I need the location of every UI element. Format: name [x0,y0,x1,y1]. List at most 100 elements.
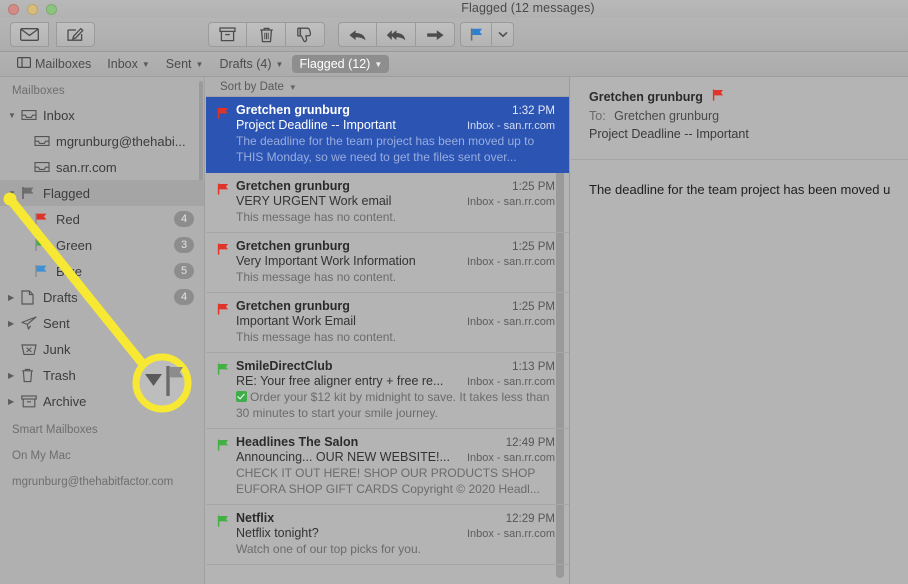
favorites-label: Drafts (4) [219,57,272,71]
message-time: 1:25 PM [512,301,555,313]
message-preview: The deadline for the team project has be… [236,134,535,164]
sidebar-group-on-my-mac[interactable]: On My Mac [0,440,204,466]
reply-button[interactable] [338,22,377,47]
sidebar-item-flag-green[interactable]: Green 3 [0,232,204,258]
thumbs-down-icon [296,27,314,43]
unread-badge: 4 [174,289,194,305]
favorites-label: Inbox [107,57,138,71]
flag-green-icon [217,438,230,456]
message-row[interactable]: Gretchen grunburg 1:25 PM Important Work… [206,293,569,353]
reading-pane-from: Gretchen grunburg [589,89,703,104]
sidebar-item-sent[interactable]: ▶ Sent [0,310,204,336]
message-row[interactable]: Gretchen grunburg 1:25 PM Very Important… [206,233,569,293]
message-preview: Watch one of our top picks for you. [236,542,421,556]
sidebar-item-label: Junk [43,341,71,357]
disclosure-triangle-right-icon[interactable]: ▶ [8,293,21,302]
sidebar-item-flag-red[interactable]: Red 4 [0,206,204,232]
delete-button[interactable] [247,22,286,47]
toolbar-group-flag-actions [460,22,514,47]
message-row[interactable]: Gretchen grunburg 1:25 PM VERY URGENT Wo… [206,173,569,233]
flag-red-icon [217,106,230,124]
flag-red-icon [217,302,230,320]
blue-flag-icon [469,27,484,42]
message-subject: RE: Your free aligner entry + free re... [236,374,444,388]
message-time: 1:25 PM [512,181,555,193]
sidebar-item-flagged[interactable]: ▼ Flagged [0,180,204,206]
disclosure-triangle-down-icon[interactable]: ▼ [8,189,21,198]
chevron-down-icon: ▼ [195,60,204,69]
message-preview: This message has no content. [236,330,397,344]
flag-button[interactable] [460,22,492,47]
green-check-icon [236,391,247,402]
message-time: 1:32 PM [512,105,555,117]
sidebar-header: Mailboxes [12,85,65,97]
message-preview-wrapper: Order your $12 kit by midnight to save. … [236,389,555,421]
sidebar-item-sanrr-account[interactable]: san.rr.com [0,154,204,180]
sort-by-control[interactable]: Sort by Date ▼ [206,77,569,97]
favorites-item-inbox[interactable]: Inbox ▼ [100,55,157,73]
reply-all-button[interactable] [377,22,416,47]
inbox-icon [21,109,43,121]
toolbar-group-reply-actions [338,22,455,47]
sidebar-item-mgrunburg-account[interactable]: mgrunburg@thehabi... [0,128,204,154]
inbox-icon [34,135,56,147]
sidebar-group-account[interactable]: mgrunburg@thehabitfactor.com [0,466,204,492]
flag-blue-icon [34,264,56,278]
message-row[interactable]: SmileDirectClub 1:13 PM RE: Your free al… [206,353,569,429]
sidebar-item-label: Sent [43,315,70,331]
message-from: Gretchen grunburg [236,179,350,193]
message-time: 12:49 PM [505,437,555,449]
inbox-icon [34,161,56,173]
sidebar-item-trash[interactable]: ▶ Trash [0,362,204,388]
message-preview: CHECK IT OUT HERE! SHOP OUR PRODUCTS SHO… [236,466,540,496]
archive-button[interactable] [208,22,247,47]
reply-all-arrow-icon [386,28,407,42]
reading-pane-to-label: To: [589,109,606,123]
flag-green-icon [217,362,230,380]
sidebar-item-archive[interactable]: ▶ Archive [0,388,204,414]
unread-badge: 5 [174,263,194,279]
disclosure-triangle-down-icon[interactable]: ▼ [8,111,21,120]
junk-button[interactable] [286,22,325,47]
chevron-down-icon: ▼ [288,82,297,92]
message-preview: Order your $12 kit by midnight to save. … [236,390,550,420]
toolbar-group-message-actions [208,22,325,47]
disclosure-triangle-right-icon[interactable]: ▶ [8,371,21,380]
favorites-bar: Mailboxes Inbox ▼ Sent ▼ Drafts (4) ▼ Fl… [0,52,908,77]
message-subject: Netflix tonight? [236,526,319,540]
favorites-item-drafts[interactable]: Drafts (4) ▼ [212,55,290,73]
flag-red-icon [217,242,230,260]
message-row[interactable]: Headlines The Salon 12:49 PM Announcing.… [206,429,569,505]
reading-pane: Gretchen grunburg To: Gretchen grunburg … [571,77,908,584]
sidebar-item-inbox[interactable]: ▼ Inbox [0,102,204,128]
sidebar-toggle-icon [17,57,32,71]
forward-button[interactable] [416,22,455,47]
sidebar-item-flag-blue[interactable]: Blue 5 [0,258,204,284]
flag-dropdown-button[interactable] [492,22,514,47]
sidebar-item-label: Drafts [43,289,78,305]
reply-arrow-icon [348,28,367,42]
flag-red-icon [34,212,56,226]
compose-button[interactable] [56,22,95,47]
sidebar-group-smart-mailboxes[interactable]: Smart Mailboxes [0,414,204,440]
favorites-item-sent[interactable]: Sent ▼ [159,55,211,73]
message-row[interactable]: Gretchen grunburg 1:32 PM Project Deadli… [206,97,569,173]
sidebar-item-label: Flagged [43,185,90,201]
reading-pane-body: The deadline for the team project has be… [589,182,891,197]
sidebar-item-label: Green [56,237,93,253]
chevron-down-icon: ▼ [141,60,150,69]
compose-icon [67,27,84,42]
favorites-item-flagged[interactable]: Flagged (12) ▼ [292,55,390,73]
disclosure-triangle-right-icon[interactable]: ▶ [8,397,21,406]
flag-green-icon [217,514,230,532]
sidebar-item-drafts[interactable]: ▶ Drafts 4 [0,284,204,310]
message-row[interactable]: Netflix 12:29 PM Netflix tonight? Inbox … [206,505,569,565]
disclosure-triangle-right-icon[interactable]: ▶ [8,319,21,328]
sidebar-item-junk[interactable]: ▶ Junk [0,336,204,362]
get-mail-button[interactable] [10,22,49,47]
favorites-label: Mailboxes [35,57,92,71]
message-from: SmileDirectClub [236,359,333,373]
reading-pane-subject: Project Deadline -- Important [589,127,749,141]
envelope-icon [20,28,39,41]
favorites-item-mailboxes[interactable]: Mailboxes [10,55,98,73]
